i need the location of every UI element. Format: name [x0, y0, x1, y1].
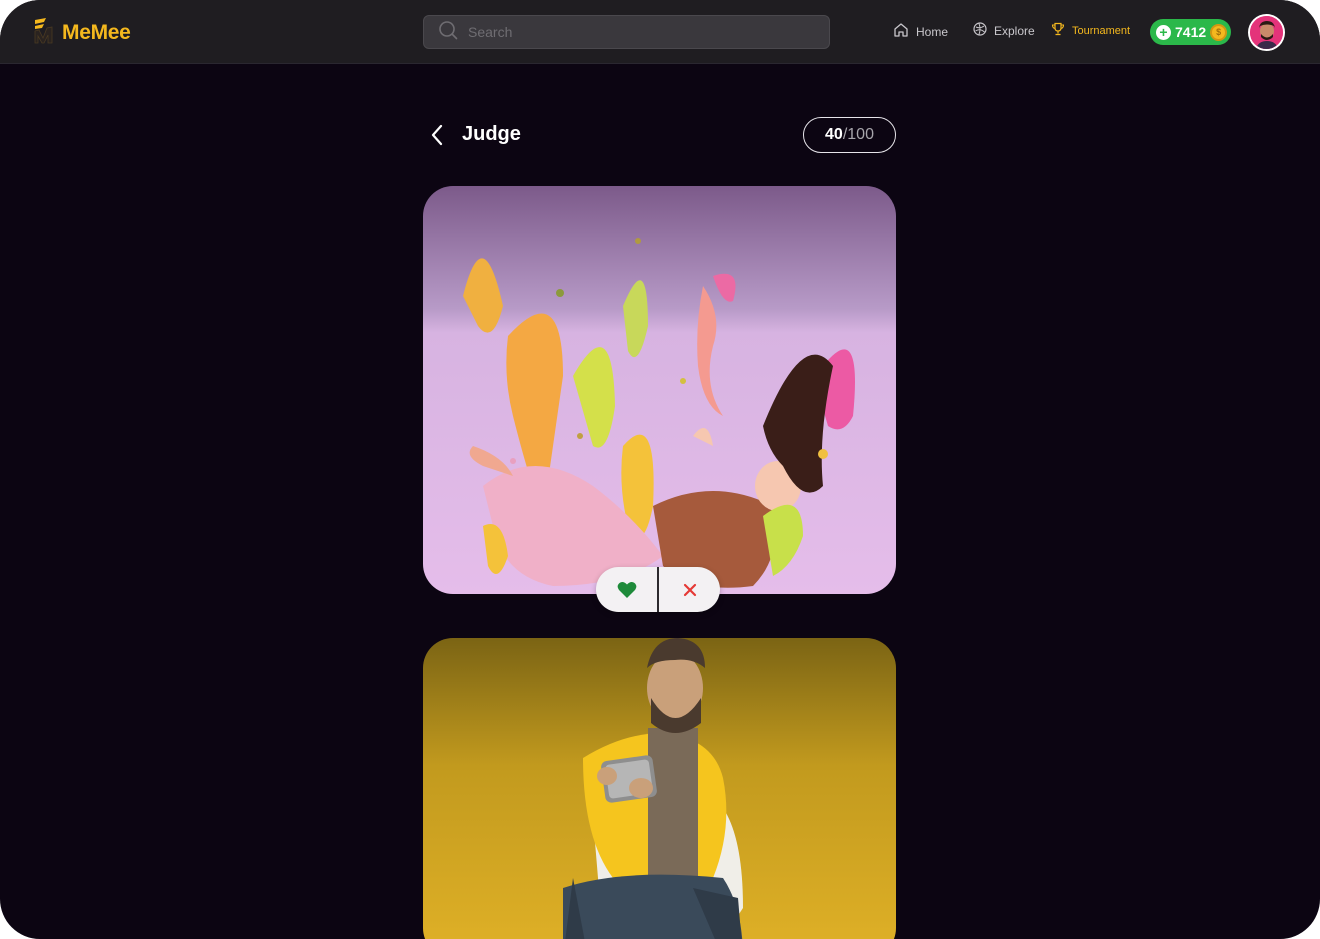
nav-explore-label: Explore [994, 23, 1035, 38]
nav-tournament[interactable]: Tournament [1051, 22, 1130, 39]
judge-action-buttons [596, 567, 720, 612]
home-icon [893, 22, 909, 41]
logo-text: MeMee [62, 20, 131, 44]
nav-explore[interactable]: Explore [973, 22, 1035, 39]
trophy-icon [1051, 22, 1065, 39]
bearded-man-tablet-illustration [563, 638, 743, 939]
search-bar[interactable] [423, 15, 830, 49]
app-frame: MeMee Home [0, 0, 1320, 939]
logo-icon [32, 16, 56, 49]
back-button[interactable] [428, 122, 448, 148]
like-button[interactable] [596, 567, 659, 612]
heart-icon [617, 581, 636, 598]
user-avatar[interactable] [1248, 14, 1285, 51]
logo[interactable]: MeMee [32, 16, 131, 49]
chevron-left-icon [431, 124, 443, 146]
search-icon [438, 20, 458, 45]
top-navbar: MeMee Home [0, 0, 1320, 64]
avatar-image [1250, 16, 1283, 49]
add-coins-icon: + [1156, 24, 1171, 40]
nav-home[interactable]: Home [893, 22, 948, 41]
floating-girl-illustration [463, 238, 855, 588]
coin-icon: $ [1210, 23, 1228, 41]
progress-total: 100 [847, 126, 874, 143]
judge-progress-counter: 40/100 [803, 117, 896, 153]
coin-balance: 7412 [1175, 24, 1207, 40]
judge-image-card-2[interactable] [423, 638, 896, 939]
close-icon [683, 583, 696, 596]
page-title: Judge [462, 123, 521, 145]
search-input[interactable] [468, 24, 808, 40]
dislike-button[interactable] [659, 567, 720, 612]
nav-tournament-label: Tournament [1072, 24, 1131, 37]
nav-home-label: Home [916, 24, 949, 39]
coin-balance-button[interactable]: + 7412 $ [1150, 19, 1231, 45]
judge-image-card-1[interactable] [423, 186, 896, 594]
progress-current: 40 [825, 126, 843, 143]
explore-icon [973, 22, 987, 39]
